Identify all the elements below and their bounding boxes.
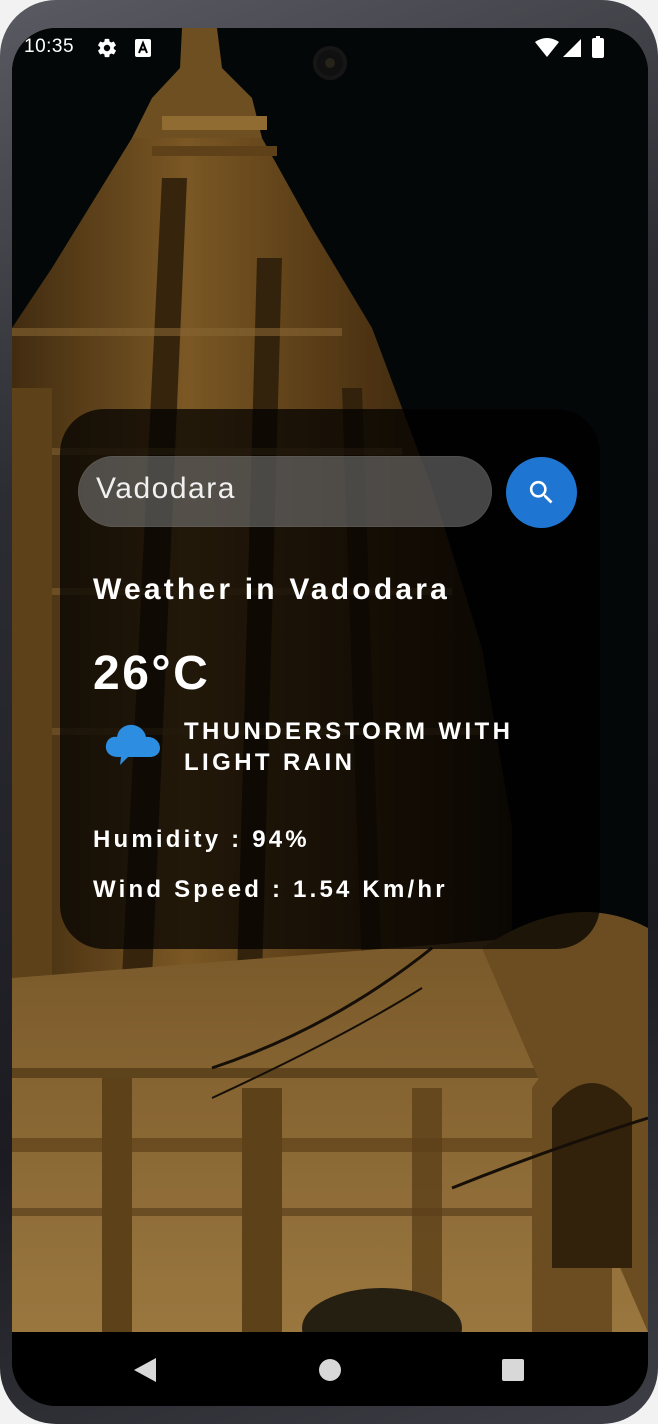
weather-description: Thunderstorm with light rain xyxy=(184,718,514,776)
gear-icon xyxy=(96,37,118,64)
temperature: 26°C xyxy=(93,647,211,700)
navigation-bar xyxy=(12,1332,648,1406)
font-a-icon xyxy=(134,38,152,63)
search-icon xyxy=(529,480,553,504)
cloud-icon xyxy=(104,721,162,774)
status-time: 10:35 xyxy=(24,36,75,57)
search-input-value: Vadodara xyxy=(96,472,236,505)
battery-icon xyxy=(592,36,604,63)
home-circle-icon[interactable] xyxy=(318,1358,342,1387)
signal-icon xyxy=(562,38,582,63)
phone-frame: 10:35 Vadodara Weather in Vadodara 26°C … xyxy=(0,0,658,1424)
humidity-text: Humidity : 94% xyxy=(93,826,310,853)
recents-square-icon[interactable] xyxy=(501,1358,525,1387)
wifi-icon xyxy=(535,38,559,63)
wind-speed-text: Wind Speed : 1.54 Km/hr xyxy=(93,876,448,903)
weather-title: Weather in Vadodara xyxy=(93,573,451,606)
search-button[interactable] xyxy=(506,457,577,528)
status-bar: 10:35 xyxy=(12,28,648,68)
app-screen: 10:35 Vadodara Weather in Vadodara 26°C … xyxy=(12,28,648,1406)
weather-card: Vadodara Weather in Vadodara 26°C Thunde… xyxy=(60,409,600,949)
back-triangle-icon[interactable] xyxy=(133,1357,157,1388)
city-search-input[interactable]: Vadodara xyxy=(78,456,492,527)
